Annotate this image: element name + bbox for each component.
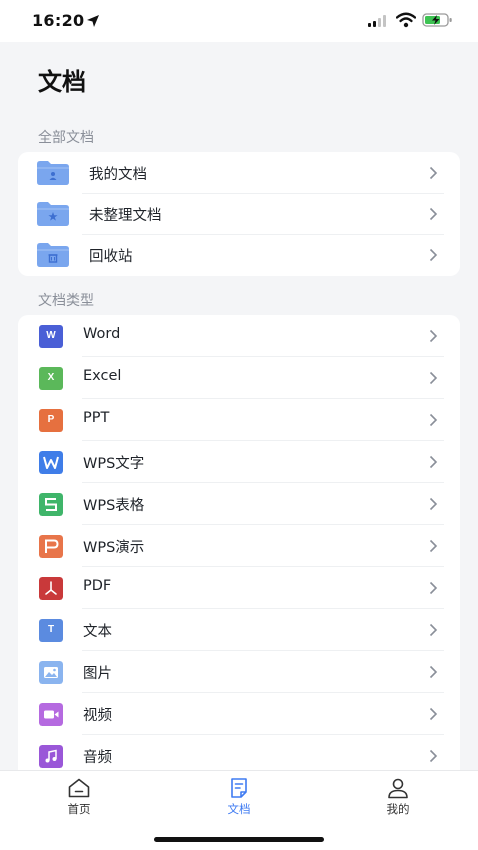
list-item-ppt[interactable]: P PPT <box>18 399 460 441</box>
list-item-label: 音频 <box>83 750 112 766</box>
list-item-label: WPS文字 <box>83 456 145 472</box>
wps-writer-icon <box>39 451 63 474</box>
chevron-right-icon <box>429 623 438 637</box>
list-item-wps-slides[interactable]: WPS演示 <box>18 525 460 567</box>
chevron-right-icon <box>429 248 438 262</box>
doc-types-card: W Word X Excel P PPT WPS文字 WPS表格 WPS演示 P… <box>18 315 460 785</box>
list-item-label: 回收站 <box>89 249 133 265</box>
excel-icon: X <box>39 367 63 390</box>
list-item-text[interactable]: T 文本 <box>18 609 460 651</box>
section-label-all-docs: 全部文档 <box>38 130 94 146</box>
chevron-right-icon <box>429 497 438 511</box>
chevron-right-icon <box>429 707 438 721</box>
all-docs-card: 我的文档 未整理文档 回收站 <box>18 152 460 276</box>
tab-mine[interactable]: 我的 <box>358 775 438 821</box>
chevron-right-icon <box>429 166 438 180</box>
home-indicator <box>154 837 324 842</box>
status-time: 16:20 <box>32 11 85 30</box>
wifi-icon <box>396 12 416 28</box>
section-label-doc-types: 文档类型 <box>38 293 94 309</box>
list-item-label: 未整理文档 <box>89 208 162 224</box>
list-item-image[interactable]: 图片 <box>18 651 460 693</box>
image-icon <box>39 661 63 684</box>
tab-label: 文档 <box>227 802 251 816</box>
text-icon: T <box>39 619 63 642</box>
tab-docs[interactable]: 文档 <box>199 775 279 821</box>
ppt-icon: P <box>39 409 63 432</box>
cellular-signal-icon <box>368 15 386 27</box>
audio-icon <box>39 745 63 768</box>
document-icon <box>231 778 247 798</box>
list-item-label: PPT <box>83 410 110 426</box>
page-title: 文档 <box>38 68 86 96</box>
list-item-wps-sheet[interactable]: WPS表格 <box>18 483 460 525</box>
folder-star-icon <box>37 202 69 226</box>
pdf-icon <box>39 577 63 600</box>
chevron-right-icon <box>429 665 438 679</box>
list-item-video[interactable]: 视频 <box>18 693 460 735</box>
chevron-right-icon <box>429 539 438 553</box>
list-item-label: WPS表格 <box>83 498 145 514</box>
list-item-wps-writer[interactable]: WPS文字 <box>18 441 460 483</box>
list-item-label: Word <box>83 326 121 342</box>
wps-slides-icon <box>39 535 63 558</box>
list-item-my-docs[interactable]: 我的文档 <box>18 152 460 194</box>
video-icon <box>39 703 63 726</box>
list-item-label: 我的文档 <box>89 167 147 183</box>
home-icon <box>68 778 90 798</box>
chevron-right-icon <box>429 581 438 595</box>
folder-user-icon <box>37 161 69 185</box>
chevron-right-icon <box>429 455 438 469</box>
list-item-label: 视频 <box>83 708 112 724</box>
list-item-excel[interactable]: X Excel <box>18 357 460 399</box>
chevron-right-icon <box>429 371 438 385</box>
list-item-unsorted-docs[interactable]: 未整理文档 <box>18 193 460 235</box>
list-item-pdf[interactable]: PDF <box>18 567 460 609</box>
wps-sheet-icon <box>39 493 63 516</box>
word-icon: W <box>39 325 63 348</box>
chevron-right-icon <box>429 207 438 221</box>
list-item-label: WPS演示 <box>83 540 145 556</box>
battery-charging-icon <box>422 13 452 27</box>
user-icon <box>388 778 408 799</box>
list-item-label: Excel <box>83 368 122 384</box>
chevron-right-icon <box>429 413 438 427</box>
list-item-word[interactable]: W Word <box>18 315 460 357</box>
tab-home[interactable]: 首页 <box>39 775 119 821</box>
chevron-right-icon <box>429 329 438 343</box>
list-item-label: 文本 <box>83 624 112 640</box>
tab-label: 我的 <box>386 802 410 816</box>
status-bar: 16:20 <box>0 0 478 42</box>
list-item-label: PDF <box>83 578 112 594</box>
chevron-right-icon <box>429 749 438 763</box>
list-item-recycle-bin[interactable]: 回收站 <box>18 234 460 276</box>
list-item-label: 图片 <box>83 666 112 682</box>
tab-label: 首页 <box>67 802 91 816</box>
folder-trash-icon <box>37 243 69 267</box>
location-arrow-icon <box>87 15 99 27</box>
